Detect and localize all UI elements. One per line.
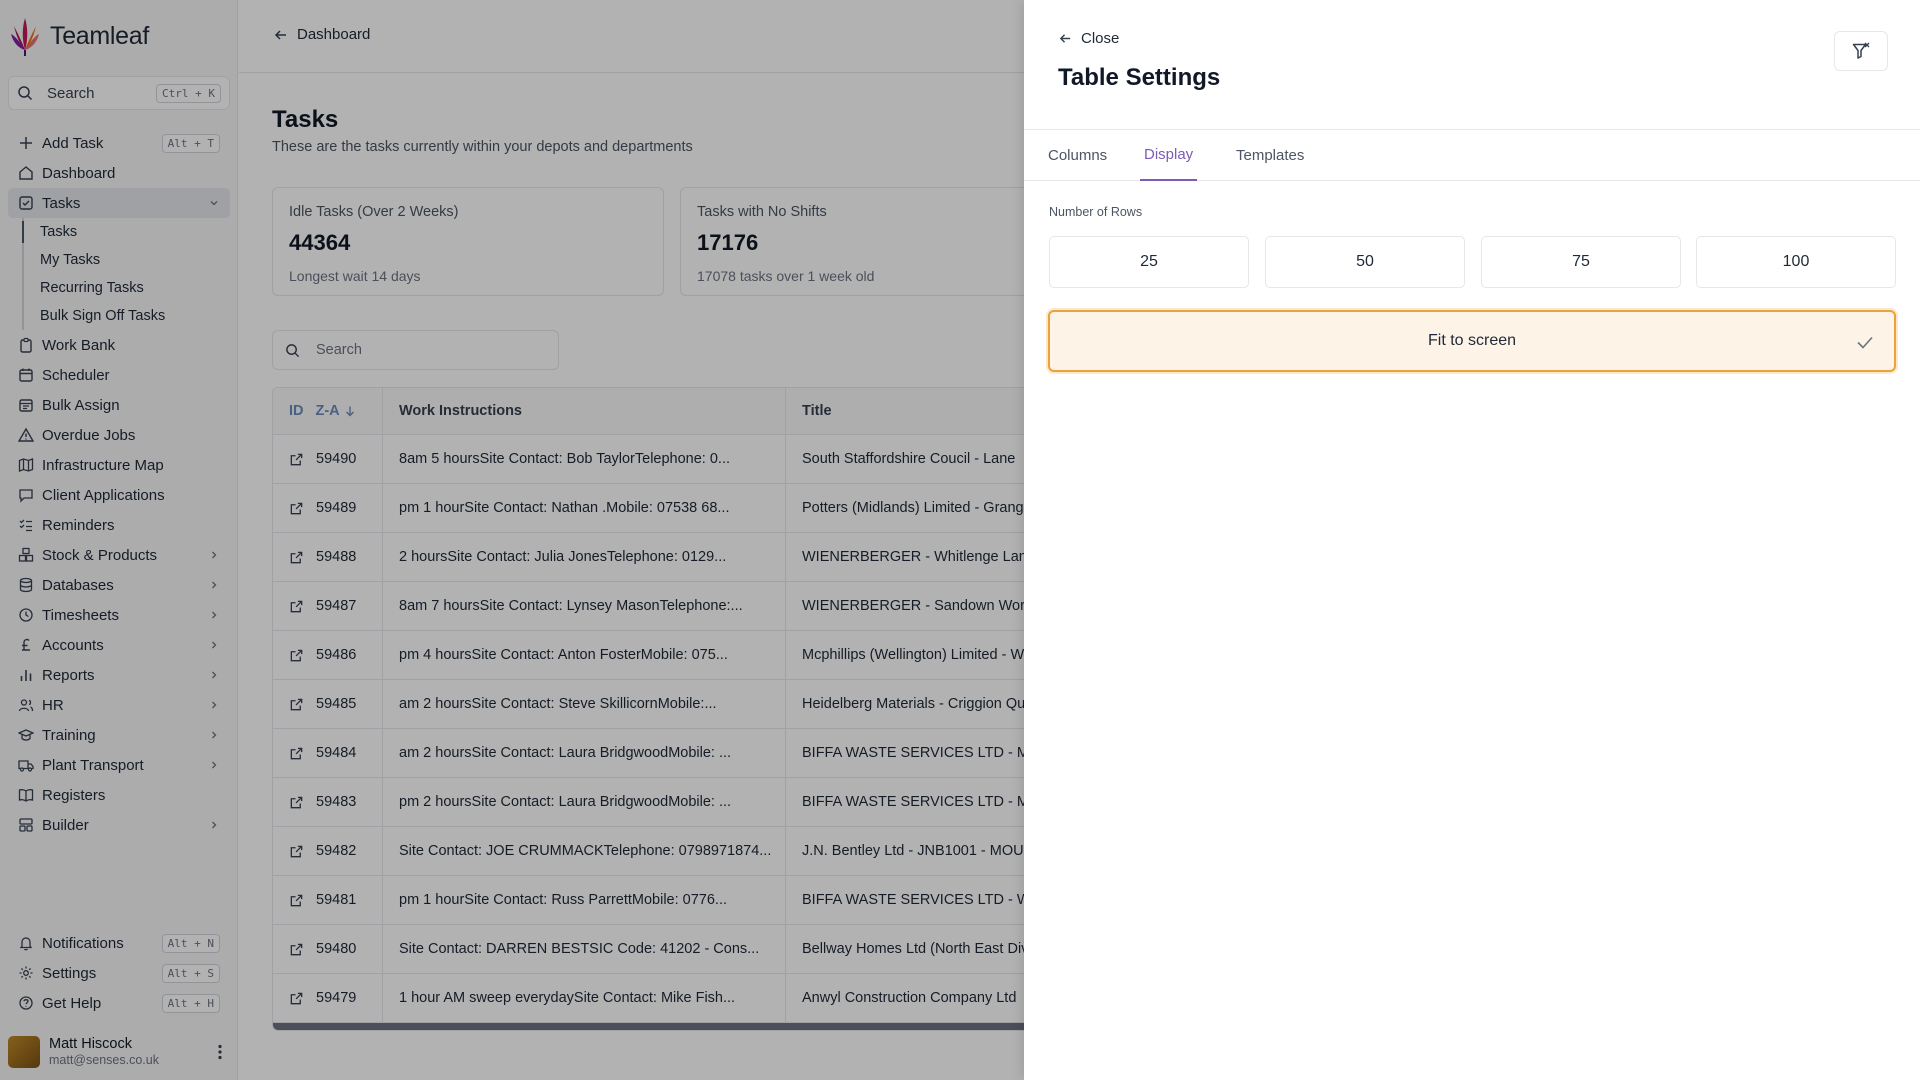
settings-tabs: Columns Display Templates xyxy=(1024,129,1920,181)
rows-option-50[interactable]: 50 xyxy=(1265,236,1465,288)
filter-x-icon xyxy=(1852,42,1870,59)
close-button[interactable]: Close xyxy=(1058,30,1119,47)
tab-columns[interactable]: Columns xyxy=(1044,130,1111,181)
table-settings-drawer: Close Table Settings Columns Display Tem… xyxy=(1024,0,1920,1080)
drawer-title: Table Settings xyxy=(1058,64,1221,91)
arrow-left-icon xyxy=(1059,34,1071,43)
rows-label: Number of Rows xyxy=(1049,205,1143,219)
rows-option-25[interactable]: 25 xyxy=(1049,236,1249,288)
app-root: Teamleaf Search Ctrl + K Add Task Alt + … xyxy=(0,0,1920,1080)
fit-to-screen-label: Fit to screen xyxy=(1427,332,1517,349)
clear-filter-button[interactable] xyxy=(1834,31,1888,71)
close-label: Close xyxy=(1081,30,1120,47)
rows-option-100[interactable]: 100 xyxy=(1696,236,1896,288)
tab-display[interactable]: Display xyxy=(1140,130,1198,181)
check-icon xyxy=(1857,336,1873,349)
fit-to-screen-option[interactable]: Fit to screen xyxy=(1048,310,1896,372)
rows-option-75[interactable]: 75 xyxy=(1481,236,1681,288)
tab-templates[interactable]: Templates xyxy=(1232,130,1308,181)
